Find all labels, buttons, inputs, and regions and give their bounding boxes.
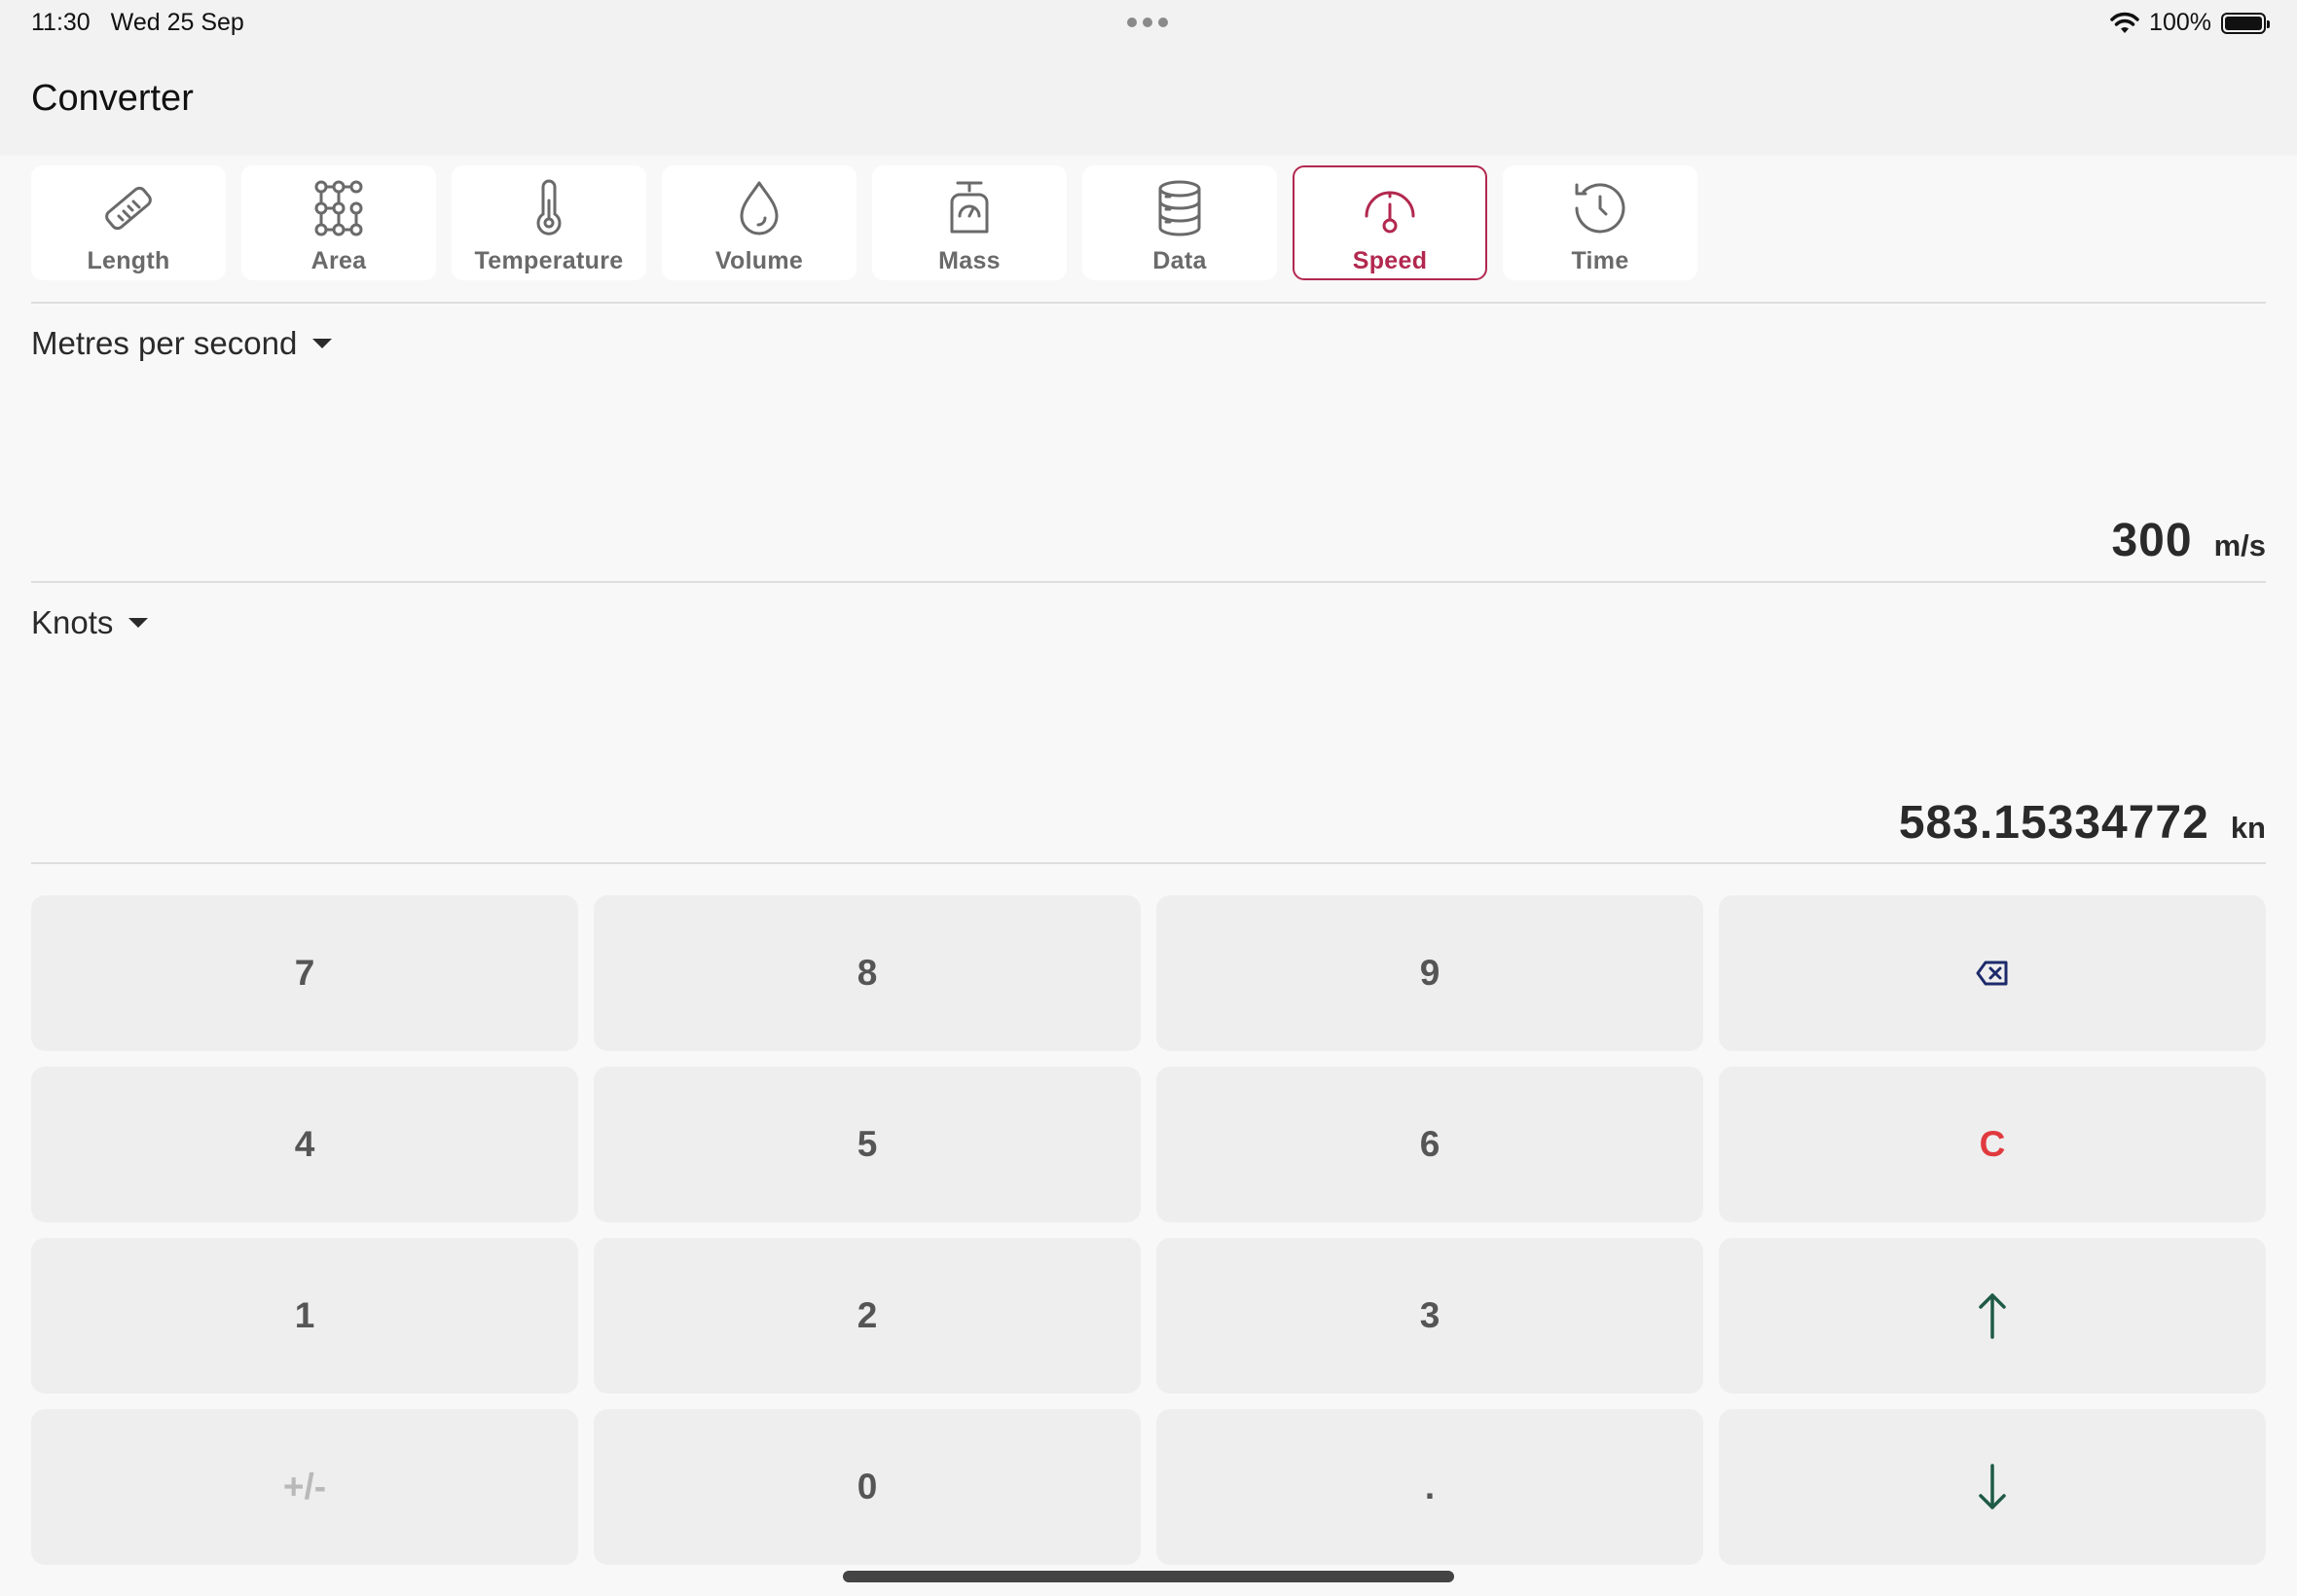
key-8[interactable]: 8 bbox=[594, 895, 1141, 1051]
database-icon bbox=[1158, 180, 1201, 236]
sign-toggle-button[interactable]: +/- bbox=[31, 1409, 578, 1565]
status-indicators: 100% bbox=[2110, 9, 2270, 37]
clear-button[interactable]: C bbox=[1719, 1067, 2266, 1222]
tab-area[interactable]: Area bbox=[241, 165, 436, 280]
home-indicator[interactable] bbox=[843, 1571, 1454, 1582]
from-unit-symbol: m/s bbox=[2213, 528, 2266, 562]
status-bar: 11:30 Wed 25 Sep 100% bbox=[0, 0, 2297, 47]
from-unit-label: Metres per second bbox=[31, 325, 298, 361]
tab-label: Data bbox=[1152, 247, 1207, 274]
droplet-icon bbox=[740, 181, 779, 236]
speedometer-icon bbox=[1365, 191, 1415, 234]
chevron-down-icon bbox=[128, 618, 149, 628]
status-time-date: 11:30 Wed 25 Sep bbox=[31, 9, 258, 37]
backspace-icon bbox=[1976, 961, 2008, 986]
move-down-button[interactable] bbox=[1719, 1409, 2266, 1565]
tab-label: Temperature bbox=[474, 247, 624, 274]
to-unit-symbol: kn bbox=[2230, 811, 2266, 845]
key-3[interactable]: 3 bbox=[1156, 1238, 1703, 1394]
tab-volume[interactable]: Volume bbox=[662, 165, 857, 280]
tab-speed[interactable]: Speed bbox=[1293, 165, 1487, 280]
key-7[interactable]: 7 bbox=[31, 895, 578, 1051]
to-value-display[interactable]: 583.15334772 kn bbox=[1899, 796, 2266, 850]
divider bbox=[31, 862, 2266, 864]
page-title: Converter bbox=[31, 78, 194, 119]
wifi-icon bbox=[2110, 12, 2139, 33]
multitasking-dots[interactable] bbox=[1127, 18, 1168, 27]
battery-icon bbox=[2221, 12, 2270, 34]
tab-label: Mass bbox=[938, 247, 1001, 274]
app-header: Converter bbox=[0, 47, 2297, 156]
tab-length[interactable]: Length bbox=[31, 165, 226, 280]
tab-data[interactable]: Data bbox=[1082, 165, 1277, 280]
tab-label: Volume bbox=[714, 247, 804, 274]
to-unit-label: Knots bbox=[31, 604, 114, 640]
key-1[interactable]: 1 bbox=[31, 1238, 578, 1394]
from-value-display[interactable]: 300 m/s bbox=[2111, 514, 2266, 567]
tab-temperature[interactable]: Temperature bbox=[452, 165, 646, 280]
key-5[interactable]: 5 bbox=[594, 1067, 1141, 1222]
category-tabs: Length Area Temperature Volume Mass Data… bbox=[31, 165, 1697, 280]
key-4[interactable]: 4 bbox=[31, 1067, 578, 1222]
tab-mass[interactable]: Mass bbox=[872, 165, 1067, 280]
status-date: Wed 25 Sep bbox=[110, 9, 244, 36]
status-time: 11:30 bbox=[31, 9, 91, 36]
from-unit-dropdown[interactable]: Metres per second bbox=[31, 325, 333, 362]
key-6[interactable]: 6 bbox=[1156, 1067, 1703, 1222]
decimal-button[interactable]: . bbox=[1156, 1409, 1703, 1565]
key-9[interactable]: 9 bbox=[1156, 895, 1703, 1051]
arrow-down-icon bbox=[1979, 1464, 2006, 1509]
tab-label: Time bbox=[1571, 247, 1629, 274]
ruler-icon bbox=[105, 186, 152, 231]
to-value: 583.15334772 bbox=[1898, 797, 2209, 849]
thermometer-icon bbox=[536, 179, 562, 236]
tab-time[interactable]: Time bbox=[1503, 165, 1697, 280]
keypad: 7 8 9 4 5 6 C 1 2 3 +/- 0 . bbox=[31, 895, 2266, 1565]
divider bbox=[31, 581, 2266, 583]
move-up-button[interactable] bbox=[1719, 1238, 2266, 1394]
battery-percent: 100% bbox=[2149, 9, 2211, 36]
tab-label: Area bbox=[310, 247, 367, 274]
from-value: 300 bbox=[2111, 515, 2193, 566]
tab-label: Speed bbox=[1352, 247, 1428, 274]
key-0[interactable]: 0 bbox=[594, 1409, 1141, 1565]
clock-icon bbox=[1575, 183, 1625, 234]
backspace-button[interactable] bbox=[1719, 895, 2266, 1051]
tab-label: Length bbox=[87, 247, 170, 274]
chevron-down-icon bbox=[312, 339, 333, 348]
divider bbox=[31, 302, 2266, 304]
to-unit-dropdown[interactable]: Knots bbox=[31, 604, 149, 641]
area-grid-icon bbox=[314, 180, 363, 236]
key-2[interactable]: 2 bbox=[594, 1238, 1141, 1394]
arrow-up-icon bbox=[1979, 1293, 2006, 1339]
scale-icon bbox=[950, 181, 989, 234]
